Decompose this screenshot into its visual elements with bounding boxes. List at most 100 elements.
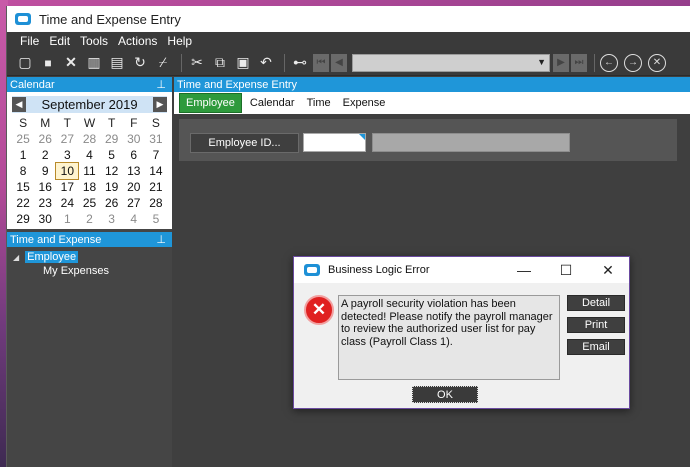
close-record-icon[interactable]: ✕ <box>648 53 666 72</box>
detail-button[interactable]: Detail <box>567 295 625 311</box>
calendar-day[interactable]: 3 <box>56 147 78 163</box>
calendar-day[interactable]: 28 <box>145 195 167 211</box>
calendar-day[interactable]: 3 <box>101 211 123 227</box>
calendar-day[interactable]: 5 <box>101 147 123 163</box>
calendar-day[interactable]: 29 <box>12 211 34 227</box>
calendar-day[interactable]: 29 <box>101 131 123 147</box>
calendar-day[interactable]: 5 <box>145 211 167 227</box>
calendar-day[interactable]: 26 <box>34 131 56 147</box>
menu-edit[interactable]: Edit <box>48 34 71 48</box>
clipboard-icon[interactable]: ▤ <box>107 53 127 73</box>
error-dialog: Business Logic Error — ☐ ✕ ✕ A payroll s… <box>293 256 630 409</box>
calendar-day[interactable]: 19 <box>101 179 123 195</box>
calendar-day[interactable]: 28 <box>78 131 100 147</box>
calendar-day[interactable]: 2 <box>34 147 56 163</box>
calendar-day[interactable]: 30 <box>123 131 145 147</box>
tab-employee[interactable]: Employee <box>179 93 242 113</box>
calendar-day[interactable]: 24 <box>56 195 78 211</box>
error-icon: ✕ <box>304 295 334 325</box>
calendar-day[interactable]: 14 <box>145 163 167 179</box>
next-icon[interactable]: ▶ <box>553 53 569 72</box>
maximize-icon[interactable]: ☐ <box>545 257 587 283</box>
calendar-day[interactable]: 26 <box>101 195 123 211</box>
dialog-title: Business Logic Error <box>328 264 430 276</box>
calendar-day[interactable]: 12 <box>101 163 123 179</box>
tab-expense[interactable]: Expense <box>337 93 392 113</box>
last-icon[interactable]: ⏭ <box>571 53 587 72</box>
save-icon[interactable]: ■ <box>38 53 58 73</box>
calendar-day[interactable]: 17 <box>56 179 78 195</box>
employee-id-input[interactable] <box>303 133 366 152</box>
calendar-day[interactable]: 7 <box>145 147 167 163</box>
window-titlebar: Time and Expense Entry <box>7 6 690 32</box>
calendar-day[interactable]: 10 <box>55 162 80 180</box>
copy-icon[interactable]: ⧉ <box>210 53 230 73</box>
calendar-day[interactable]: 16 <box>34 179 56 195</box>
calendar-day[interactable]: 4 <box>78 147 100 163</box>
minimize-icon[interactable]: — <box>503 257 545 283</box>
record-combo[interactable]: ▼ <box>352 53 550 72</box>
menu-help[interactable]: Help <box>166 34 193 48</box>
calendar-day[interactable]: 25 <box>12 131 34 147</box>
calendar-day[interactable]: 8 <box>12 163 34 179</box>
time-expense-pane-header: Time and Expense ⊥ <box>7 232 172 247</box>
refresh-icon[interactable]: ↻ <box>130 53 150 73</box>
calendar-day[interactable]: 22 <box>12 195 34 211</box>
calendar-day[interactable]: 2 <box>78 211 100 227</box>
calendar-month-header: ◀ September 2019 ▶ <box>12 96 167 113</box>
calendar-day[interactable]: 25 <box>78 195 100 211</box>
close-icon[interactable]: ✕ <box>587 257 629 283</box>
calendar-day[interactable]: 27 <box>56 131 78 147</box>
book-icon[interactable]: ▥ <box>84 53 104 73</box>
calendar-day[interactable]: 30 <box>34 211 56 227</box>
calendar-grid: S M T W T F S 25 26 27 28 29 30 31 1 2 3 4 5 6 7 8 9 10 11 12 13 14… <box>12 115 167 227</box>
tab-calendar[interactable]: Calendar <box>244 93 301 113</box>
cut-icon[interactable]: ✂ <box>187 53 207 73</box>
employee-id-button[interactable]: Employee ID... <box>190 133 299 153</box>
back-icon[interactable]: ← <box>600 53 618 72</box>
tree-item-my-expenses[interactable]: My Expenses <box>13 264 172 278</box>
tab-time[interactable]: Time <box>301 93 337 113</box>
expand-caret-icon[interactable]: ◢ <box>13 253 19 262</box>
tree-item-employee[interactable]: ◢ Employee <box>13 250 172 264</box>
calendar-day[interactable]: 15 <box>12 179 34 195</box>
broom-icon[interactable]: ⌿ <box>153 53 173 73</box>
forward-icon[interactable]: → <box>624 53 642 72</box>
day-of-week-label: S <box>151 116 160 130</box>
new-icon[interactable]: ▢ <box>15 53 35 73</box>
day-of-week-label: M <box>40 116 51 130</box>
paste-icon[interactable]: ▣ <box>233 53 253 73</box>
calendar-day[interactable]: 21 <box>145 179 167 195</box>
calendar-day[interactable]: 1 <box>56 211 78 227</box>
print-button[interactable]: Print <box>567 317 625 333</box>
calendar-day[interactable]: 6 <box>123 147 145 163</box>
pin-icon[interactable]: ⊥ <box>156 78 166 91</box>
ok-button[interactable]: OK <box>412 386 478 403</box>
nav-tree: ◢ Employee My Expenses <box>7 247 172 278</box>
calendar-day[interactable]: 27 <box>123 195 145 211</box>
prev-icon[interactable]: ◀ <box>331 53 347 72</box>
menu-actions[interactable]: Actions <box>117 34 158 48</box>
calendar-day[interactable]: 18 <box>78 179 100 195</box>
prev-month-button[interactable]: ◀ <box>12 97 26 112</box>
next-month-button[interactable]: ▶ <box>153 97 167 112</box>
calendar-day[interactable]: 23 <box>34 195 56 211</box>
calendar-day[interactable]: 13 <box>123 163 145 179</box>
menu-tools[interactable]: Tools <box>79 34 109 48</box>
first-icon[interactable]: ⏮ <box>313 53 329 72</box>
toolbar-separator <box>181 53 182 72</box>
calendar-day[interactable]: 11 <box>78 163 100 179</box>
undo-icon[interactable]: ↶ <box>256 53 276 73</box>
pin-icon[interactable]: ⊥ <box>156 233 166 246</box>
calendar-month: September 2019 <box>41 97 138 112</box>
calendar-day[interactable]: 4 <box>123 211 145 227</box>
delete-icon[interactable]: ✕ <box>61 53 81 73</box>
menu-file[interactable]: File <box>19 34 40 48</box>
calendar-day[interactable]: 1 <box>12 147 34 163</box>
calendar-day[interactable]: 20 <box>123 179 145 195</box>
day-of-week-label: T <box>107 116 116 130</box>
calendar-day[interactable]: 9 <box>34 163 56 179</box>
calendar-day[interactable]: 31 <box>145 131 167 147</box>
binoculars-icon[interactable]: ⊷ <box>290 53 310 73</box>
email-button[interactable]: Email <box>567 339 625 355</box>
